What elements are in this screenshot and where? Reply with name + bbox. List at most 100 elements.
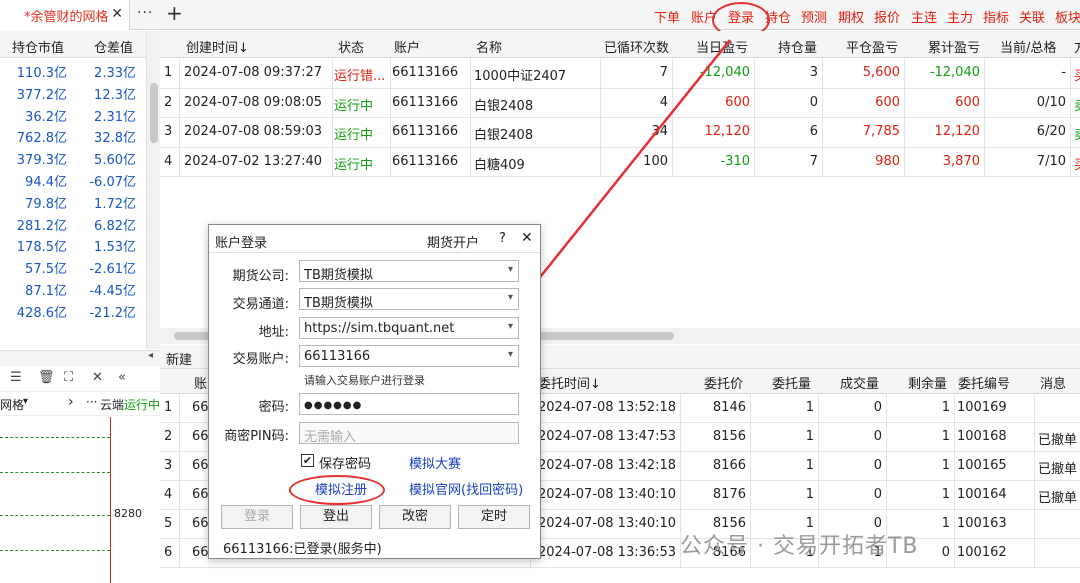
header-direction[interactable]: 方 bbox=[1074, 37, 1080, 56]
header-remaining[interactable]: 剩余量 bbox=[908, 373, 947, 392]
menu-order[interactable]: 下单 bbox=[654, 7, 680, 26]
left-table-row[interactable]: 79.8亿 1.72亿 bbox=[0, 190, 145, 212]
cell-message: 已撤单 bbox=[1038, 491, 1078, 506]
table-row[interactable]: 1 2024-07-08 09:37:27 运行错... 66113166 1000中证… bbox=[160, 59, 1080, 89]
cell-daily: -310 bbox=[720, 153, 750, 169]
menu-sector[interactable]: 板块 bbox=[1055, 7, 1080, 26]
channel-select[interactable]: TB期货模拟 ▾ bbox=[299, 288, 519, 311]
cell-idx: 6 bbox=[164, 545, 173, 560]
add-tab-icon[interactable]: + bbox=[166, 1, 183, 25]
left-table-row[interactable]: 36.2亿 2.31亿 bbox=[0, 103, 145, 125]
trash-icon[interactable]: 🗑 bbox=[38, 370, 55, 385]
chevron-down-icon[interactable]: ▾ bbox=[23, 396, 28, 407]
left-table-row[interactable]: 428.6亿 -21.2亿 bbox=[0, 299, 145, 321]
save-password-checkbox[interactable]: ✔ bbox=[301, 454, 314, 467]
header-grid[interactable]: 当前/总格 bbox=[1000, 37, 1056, 56]
sim-contest-link[interactable]: 模拟大赛 bbox=[409, 453, 461, 472]
header-order-no[interactable]: 委托编号 bbox=[958, 373, 1010, 392]
pin-input[interactable]: 无需输入 bbox=[299, 422, 519, 445]
cell-message: 已撤单 bbox=[1038, 462, 1078, 477]
position-diff-cell: 2.33亿 bbox=[94, 66, 136, 81]
header-filled-qty[interactable]: 成交量 bbox=[840, 373, 879, 392]
column-divider bbox=[179, 423, 180, 451]
menu-main-continuous[interactable]: 主连 bbox=[911, 7, 937, 26]
menu-related[interactable]: 关联 bbox=[1019, 7, 1045, 26]
close-icon[interactable]: ✕ bbox=[111, 6, 123, 22]
header-loops[interactable]: 已循环次数 bbox=[604, 37, 669, 56]
logout-button[interactable]: 登出 bbox=[300, 505, 372, 529]
header-acc[interactable]: 账 bbox=[194, 373, 207, 392]
menu-quote[interactable]: 报价 bbox=[874, 7, 900, 26]
grid-line bbox=[0, 515, 110, 516]
column-divider bbox=[179, 510, 180, 538]
menu-forecast[interactable]: 预测 bbox=[801, 7, 827, 26]
header-close-pnl[interactable]: 平仓盈亏 bbox=[846, 37, 898, 56]
left-table-row[interactable]: 57.5亿 -2.61亿 bbox=[0, 255, 145, 277]
workspace-tab-title: *余管财的网格 bbox=[24, 9, 109, 25]
column-divider bbox=[179, 88, 180, 117]
left-table-row[interactable]: 94.4亿 -6.07亿 bbox=[0, 168, 145, 190]
watermark: 公众号 · 交易开拓者TB bbox=[680, 534, 919, 559]
header-order-qty[interactable]: 委托量 bbox=[772, 373, 811, 392]
left-scrollbar[interactable] bbox=[146, 31, 160, 349]
header-total-pnl[interactable]: 累计盈亏 bbox=[928, 37, 980, 56]
chevron-right-icon[interactable]: › bbox=[68, 394, 74, 410]
position-diff-cell: -21.2亿 bbox=[89, 305, 136, 321]
login-button[interactable]: 登录 bbox=[221, 505, 293, 529]
header-daily-pnl[interactable]: 当日盈亏 bbox=[696, 37, 748, 56]
left-table-row[interactable]: 379.3亿 5.60亿 bbox=[0, 146, 145, 168]
cell-pos: 3 bbox=[809, 65, 818, 80]
cell-name: 1000中证2407 bbox=[474, 69, 567, 84]
header-message[interactable]: 消息 bbox=[1040, 373, 1066, 392]
cell-message: 已撤单 bbox=[1038, 433, 1078, 448]
left-table-row[interactable]: 87.1亿 -4.45亿 bbox=[0, 277, 145, 299]
header-order-price[interactable]: 委托价 bbox=[704, 373, 743, 392]
column-divider bbox=[470, 88, 471, 117]
more-icon[interactable]: ··· bbox=[137, 5, 153, 21]
left-table-row[interactable]: 178.5亿 1.53亿 bbox=[0, 233, 145, 255]
trade-account-select[interactable]: 66113166 ▾ bbox=[299, 345, 519, 367]
left-table-row[interactable]: 110.3亿 2.33亿 bbox=[0, 59, 145, 81]
menu-main-contract[interactable]: 主力 bbox=[947, 7, 973, 26]
left-table-row[interactable]: 762.8亿 32.8亿 bbox=[0, 124, 145, 146]
header-name[interactable]: 名称 bbox=[476, 37, 502, 56]
collapse-arrow-icon[interactable]: ◂ bbox=[148, 350, 153, 361]
open-account-link[interactable]: 期货开户 bbox=[427, 232, 479, 251]
left-table-header: 持仓市值 仓差值 bbox=[0, 31, 160, 58]
cell-filled: 0 bbox=[873, 429, 882, 444]
fullscreen-icon[interactable]: ⛶ bbox=[64, 370, 73, 385]
menu-indicator[interactable]: 指标 bbox=[983, 7, 1009, 26]
change-password-button[interactable]: 改密 bbox=[379, 505, 451, 529]
left-table-row[interactable]: 377.2亿 12.3亿 bbox=[0, 81, 145, 103]
menu-options[interactable]: 期权 bbox=[838, 7, 864, 26]
scroll-thumb[interactable] bbox=[150, 83, 158, 143]
company-value: TB期货模拟 bbox=[304, 268, 373, 283]
header-account[interactable]: 账户 bbox=[394, 37, 420, 56]
table-row[interactable]: 3 2024-07-08 08:59:03 运行中 66113166 白银2408 34 1… bbox=[160, 118, 1080, 148]
column-divider bbox=[886, 394, 887, 422]
dots-icon: ··· bbox=[86, 395, 98, 409]
header-status[interactable]: 状态 bbox=[338, 37, 364, 56]
column-divider bbox=[954, 539, 955, 567]
timer-button[interactable]: 定时 bbox=[458, 505, 530, 529]
sim-official-link[interactable]: 模拟官网(找回密码) bbox=[409, 479, 523, 498]
left-table-row[interactable]: 281.2亿 6.82亿 bbox=[0, 212, 145, 234]
table-row[interactable]: 4 2024-07-02 13:27:40 运行中 66113166 白糖409 100 -… bbox=[160, 147, 1080, 177]
close-icon[interactable]: ✕ bbox=[521, 230, 533, 246]
address-select[interactable]: https://sim.tbquant.net ▾ bbox=[299, 317, 519, 339]
close-icon[interactable]: ✕ bbox=[92, 370, 103, 385]
pin-placeholder: 无需输入 bbox=[304, 430, 357, 445]
header-create-time[interactable]: 创建时间↓ bbox=[186, 37, 249, 56]
cell-qty: 1 bbox=[805, 458, 814, 473]
company-select[interactable]: TB期货模拟 ▾ bbox=[299, 260, 519, 283]
help-icon[interactable]: ? bbox=[499, 231, 506, 246]
header-order-time[interactable]: 委托时间↓ bbox=[538, 373, 601, 392]
table-row[interactable]: 2 2024-07-08 09:08:05 运行中 66113166 白银2408 4 60… bbox=[160, 88, 1080, 118]
header-position[interactable]: 持仓量 bbox=[778, 37, 817, 56]
workspace-tab[interactable]: *余管财的网格 ✕ bbox=[0, 0, 130, 30]
column-divider bbox=[332, 147, 333, 176]
password-input[interactable]: ●●●●●● bbox=[299, 393, 519, 415]
cell-daily: 12,120 bbox=[704, 124, 751, 139]
double-left-icon[interactable]: « bbox=[118, 370, 126, 385]
list-icon[interactable]: ☰ bbox=[10, 370, 22, 385]
